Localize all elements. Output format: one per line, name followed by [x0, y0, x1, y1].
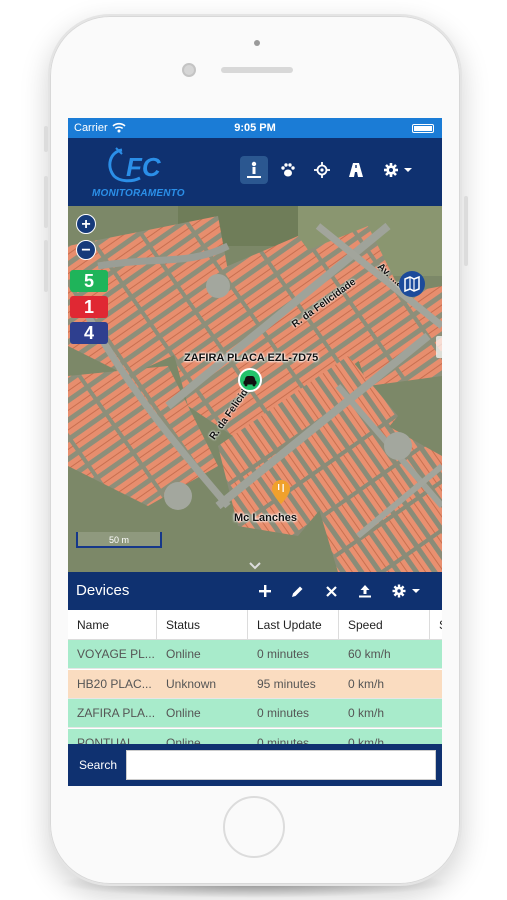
crosshair-icon: [314, 162, 330, 178]
gear-icon: [392, 584, 420, 598]
app-toolbar: FC MONITORAMENTO: [68, 138, 442, 206]
cell-name: HB20 PLAC...: [77, 676, 152, 691]
cell-speed: 0 km/h: [348, 735, 385, 745]
car-marker-icon[interactable]: [238, 368, 262, 392]
devices-panel-header: Devices: [68, 572, 442, 610]
table-row[interactable]: VOYAGE PL... Online 0 minutes 60 km/h: [68, 640, 442, 669]
device-settings-button[interactable]: [390, 581, 424, 601]
column-header-extra[interactable]: S: [430, 610, 442, 640]
logo-wordmark: MONITORAMENTO: [92, 188, 185, 199]
paw-icon: [281, 163, 295, 177]
cell-status: Online: [166, 647, 201, 661]
search-input[interactable]: [126, 750, 436, 780]
cell-last-update: 95 minutes: [257, 676, 316, 691]
earpiece-speaker: [221, 67, 293, 73]
fc-logo-mark: FC: [108, 147, 162, 183]
chevron-down-icon[interactable]: [248, 561, 262, 571]
cell-status: Online: [166, 735, 201, 745]
poi-label: Mc Lanches: [234, 512, 297, 524]
locate-button[interactable]: [308, 156, 336, 184]
table-row[interactable]: ZAFIRA PLA... Online 0 minutes 0 km/h: [68, 699, 442, 728]
road-button[interactable]: [342, 156, 370, 184]
row-overflow-cell: [430, 699, 442, 728]
vehicle-label: ZAFIRA PLACA EZL-7D75: [184, 352, 319, 364]
restaurant-marker-icon[interactable]: [272, 480, 290, 504]
offline-count-badge[interactable]: 1: [70, 296, 108, 318]
upload-icon: [359, 585, 371, 598]
road-icon: [349, 163, 363, 177]
person-pin-button[interactable]: [240, 156, 268, 184]
table-header: Name Status Last Update Speed S: [68, 610, 442, 640]
svg-text:FC: FC: [126, 152, 162, 182]
cell-speed: 0 km/h: [348, 706, 385, 720]
cell-status: Online: [166, 706, 201, 720]
upload-button[interactable]: [354, 581, 376, 601]
edit-device-button[interactable]: [286, 581, 308, 601]
earpiece-dot: [254, 40, 260, 46]
online-count-badge[interactable]: 5: [70, 270, 108, 292]
zoom-in-button[interactable]: +: [76, 214, 96, 234]
devices-title: Devices: [76, 582, 130, 599]
close-icon: [325, 585, 337, 597]
column-header-status[interactable]: Status: [157, 610, 248, 640]
fc-logo: FC MONITORAMENTO: [92, 144, 188, 200]
column-header-speed[interactable]: Speed: [339, 610, 430, 640]
gear-icon: [384, 163, 412, 177]
cell-last-update: 0 minutes: [257, 735, 310, 745]
plus-icon: [259, 585, 271, 597]
cell-status: Unknown: [166, 676, 217, 691]
app-store-screenshot: Carrier 9:05 PM FC MONITORAMENTO + − 5 1…: [0, 0, 507, 900]
add-device-button[interactable]: [254, 581, 276, 601]
cell-last-update: 0 minutes: [257, 706, 310, 720]
battery-icon: [412, 124, 434, 133]
search-bar: Search: [68, 744, 442, 786]
delete-device-button[interactable]: [320, 581, 342, 601]
app-screen: Carrier 9:05 PM FC MONITORAMENTO + − 5 1…: [68, 118, 442, 786]
cell-speed: 0 km/h: [348, 676, 385, 691]
table-row[interactable]: HB20 PLAC... Unknown 95 minutes 0 km/h: [68, 669, 442, 699]
paw-button[interactable]: [274, 156, 302, 184]
home-button[interactable]: [223, 796, 285, 858]
mute-switch: [44, 126, 48, 152]
cell-name: VOYAGE PL...: [77, 647, 155, 661]
status-bar: Carrier 9:05 PM: [68, 118, 442, 138]
column-header-name[interactable]: Name: [68, 610, 157, 640]
map-layers-icon[interactable]: [398, 270, 426, 298]
table-row[interactable]: PONTUAL... Online 0 minutes 0 km/h: [68, 728, 442, 745]
front-camera: [182, 63, 196, 77]
settings-menu-button[interactable]: [378, 156, 418, 184]
row-overflow-cell: [430, 729, 442, 745]
search-label: Search: [79, 758, 118, 772]
row-overflow-cell: [430, 670, 442, 699]
column-header-last-update[interactable]: Last Update: [248, 610, 339, 640]
devices-table: Name Status Last Update Speed S VOYAGE P…: [68, 610, 442, 744]
clock: 9:05 PM: [234, 122, 276, 134]
power-button: [464, 196, 468, 266]
pencil-icon: [291, 586, 302, 597]
map-view[interactable]: + − 5 1 4 R. da Felicidade R. da Felicid…: [68, 206, 442, 572]
cell-speed: 60 km/h: [348, 647, 391, 661]
map-side-handle[interactable]: [436, 336, 442, 358]
row-overflow-cell: [430, 640, 442, 669]
cell-last-update: 0 minutes: [257, 647, 310, 661]
cell-name: ZAFIRA PLA...: [77, 706, 156, 720]
zoom-out-button[interactable]: −: [76, 240, 96, 260]
volume-up-button: [44, 176, 48, 228]
map-scale: 50 m: [76, 532, 162, 548]
unknown-count-badge[interactable]: 4: [70, 322, 108, 344]
cell-name: PONTUAL...: [77, 735, 144, 745]
person-pin-icon: [247, 161, 261, 178]
volume-down-button: [44, 240, 48, 292]
